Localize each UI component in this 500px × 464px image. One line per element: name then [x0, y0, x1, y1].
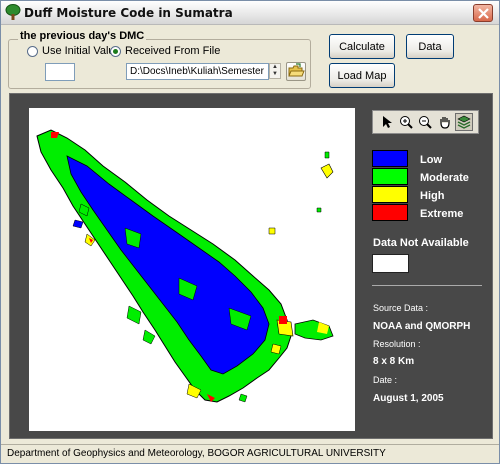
mentawai-island	[142, 329, 156, 345]
legend-divider	[372, 285, 482, 286]
belitung-island	[320, 163, 334, 179]
legend-swatch-high	[372, 186, 408, 203]
small-island	[268, 227, 276, 235]
window-title: Duff Moisture Code in Sumatra	[24, 6, 233, 20]
pan-hand-icon[interactable]	[436, 113, 454, 131]
layers-icon[interactable]	[455, 113, 474, 131]
legend-label-low: Low	[420, 154, 442, 166]
radio-circle	[27, 45, 38, 57]
browse-folder-button[interactable]	[286, 62, 306, 81]
legend-item-high	[372, 186, 408, 203]
enggano-island	[238, 393, 248, 403]
close-icon	[478, 8, 489, 19]
calculate-button[interactable]: Calculate	[329, 34, 395, 59]
legend-label-moderate: Moderate	[420, 172, 469, 184]
not-available-label: Data Not Available	[373, 237, 469, 249]
spin-down-icon[interactable]: ▼	[270, 71, 280, 78]
legend-swatch-moderate	[372, 168, 408, 185]
spin-up-icon[interactable]: ▲	[270, 64, 280, 71]
title-bar: Duff Moisture Code in Sumatra	[1, 1, 499, 25]
date-label: Date :	[373, 375, 398, 385]
pointer-icon[interactable]	[378, 113, 396, 131]
not-available-swatch	[372, 254, 409, 273]
small-island	[316, 207, 322, 213]
extreme-patch	[279, 316, 287, 324]
radio-label: Received From File	[125, 45, 221, 57]
legend-item-low	[372, 150, 408, 167]
file-path-input[interactable]: D:\Docs\Ineb\Kuliah\Semester	[126, 63, 269, 80]
close-button[interactable]	[473, 4, 493, 22]
source-data-value: NOAA and QMORPH	[373, 321, 471, 332]
sumatra-dmc-map	[36, 129, 334, 403]
status-bar: Department of Geophysics and Meteorology…	[1, 444, 499, 464]
main-window: Duff Moisture Code in Sumatra the previo…	[0, 0, 500, 464]
initial-value-input[interactable]	[45, 63, 75, 81]
legend-item-extreme	[372, 204, 408, 221]
tree-icon	[5, 4, 21, 21]
date-value: August 1, 2005	[373, 393, 444, 404]
radio-label: Use Initial Value	[42, 45, 121, 57]
map-canvas[interactable]	[29, 108, 355, 431]
resolution-label: Resolution :	[373, 339, 421, 349]
data-button[interactable]: Data	[406, 34, 454, 59]
legend-label-extreme: Extreme	[420, 208, 464, 220]
dmc-group-title: the previous day's DMC	[18, 30, 147, 42]
source-data-label: Source Data :	[373, 303, 429, 313]
path-spinner[interactable]: ▲ ▼	[269, 63, 281, 79]
zoom-out-icon[interactable]	[416, 113, 434, 131]
simeulue-island	[72, 219, 84, 229]
high-patch	[270, 343, 282, 355]
zoom-in-icon[interactable]	[397, 113, 415, 131]
radio-use-initial-value[interactable]: Use Initial Value	[27, 45, 121, 57]
legend-item-moderate	[372, 168, 408, 185]
legend-swatch-low	[372, 150, 408, 167]
radio-circle-selected	[110, 45, 121, 57]
bangka-high	[317, 322, 329, 334]
siberut-island	[126, 305, 142, 325]
map-toolbar	[372, 110, 479, 134]
legend-label-high: High	[420, 190, 445, 202]
open-folder-icon	[288, 63, 305, 77]
radio-received-from-file[interactable]: Received From File	[110, 45, 220, 57]
riau-island	[324, 151, 330, 159]
legend-swatch-extreme	[372, 204, 408, 221]
resolution-value: 8 x 8 Km	[373, 356, 415, 367]
load-map-button[interactable]: Load Map	[329, 63, 395, 88]
